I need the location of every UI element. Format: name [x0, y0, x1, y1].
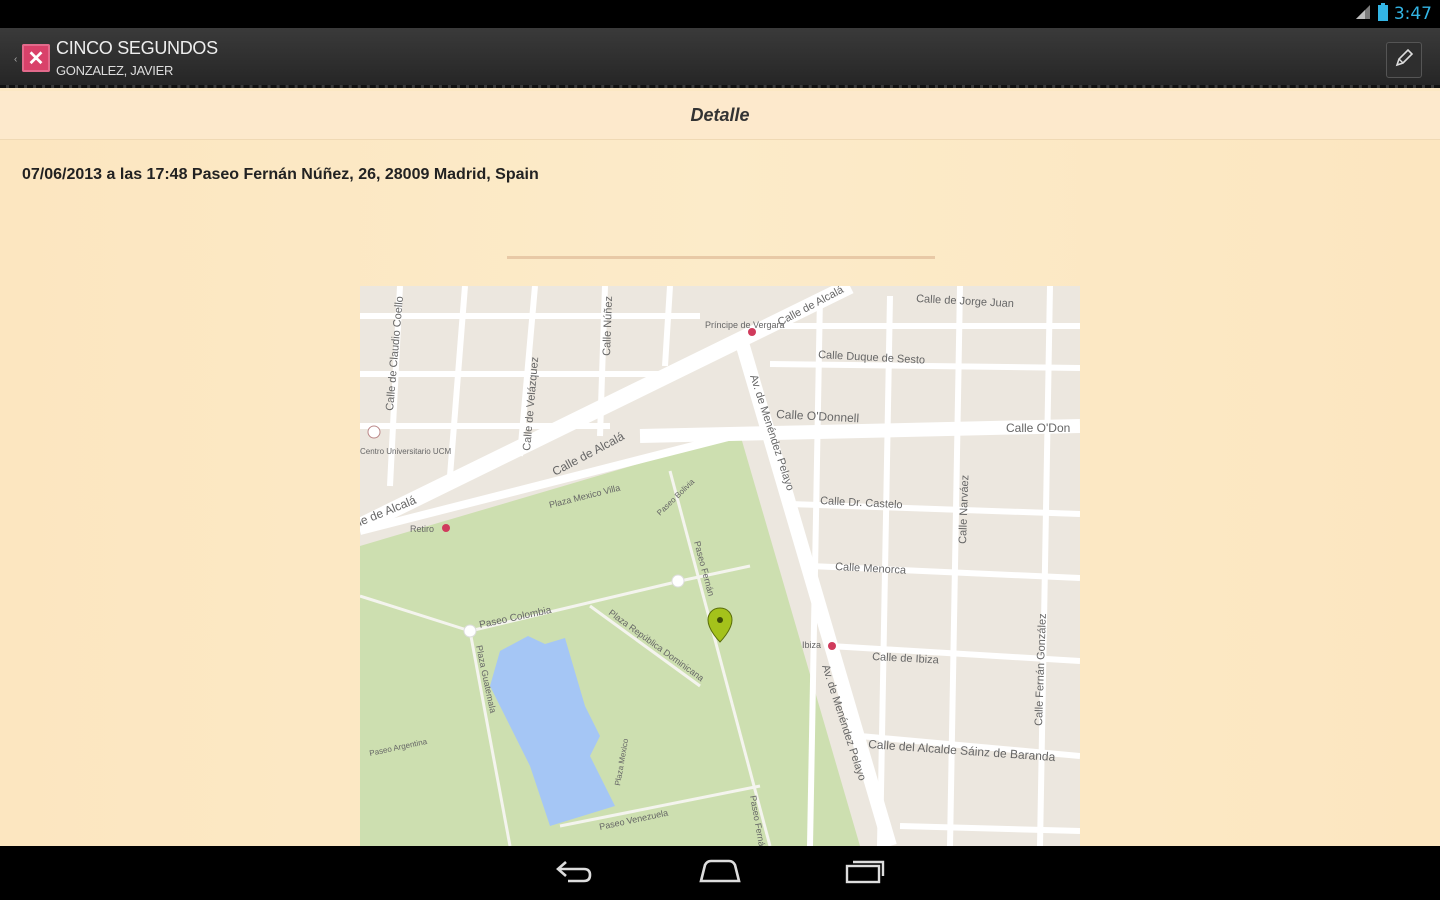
- action-bar: ‹ ✕ CINCO SEGUNDOS GONZALEZ, JAVIER: [0, 28, 1440, 88]
- event-text: 07/06/2013 a las 17:48 Paseo Fernán Núñe…: [22, 166, 539, 183]
- pencil-icon: [1393, 47, 1415, 74]
- content-area: 07/06/2013 a las 17:48 Paseo Fernán Núñe…: [0, 140, 1440, 846]
- detail-header: Detalle: [0, 91, 1440, 140]
- status-bar: 3:47: [0, 0, 1440, 28]
- recent-apps-button[interactable]: [843, 858, 889, 888]
- label-narvaez: Calle Narváez: [957, 475, 971, 544]
- label-principe-vergara: Príncipe de Vergara: [705, 320, 785, 330]
- status-icons: 3:47: [1354, 2, 1432, 26]
- recent-apps-icon: [845, 858, 887, 889]
- back-icon: [554, 858, 594, 889]
- map-view[interactable]: Calle de Alcalá Calle de Alcalá le de Al…: [360, 286, 1080, 846]
- signal-icon: [1354, 3, 1372, 26]
- status-time: 3:47: [1393, 4, 1432, 24]
- up-caret-icon[interactable]: ‹: [14, 54, 17, 65]
- back-button[interactable]: [551, 858, 597, 888]
- app-icon[interactable]: ✕: [22, 44, 50, 72]
- label-odonnell-right: Calle O'Don: [1006, 421, 1070, 435]
- close-icon: ✕: [27, 47, 45, 70]
- map-svg: Calle de Alcalá Calle de Alcalá le de Al…: [360, 286, 1080, 846]
- separator: [507, 256, 935, 259]
- edit-button[interactable]: [1386, 42, 1422, 78]
- app-subtitle: GONZALEZ, JAVIER: [56, 63, 174, 78]
- home-icon: [699, 859, 741, 888]
- app-title: CINCO SEGUNDOS: [56, 38, 218, 58]
- home-button[interactable]: [697, 858, 743, 888]
- label-nunez: Calle Núñez: [601, 296, 615, 356]
- nav-bar: [0, 846, 1440, 900]
- label-ibiza-metro: Ibiza: [802, 640, 821, 650]
- label-centro: Centro Universitario UCM: [360, 447, 451, 456]
- battery-icon: [1377, 2, 1388, 26]
- page-title: Detalle: [690, 104, 750, 125]
- label-retiro: Retiro: [410, 524, 434, 534]
